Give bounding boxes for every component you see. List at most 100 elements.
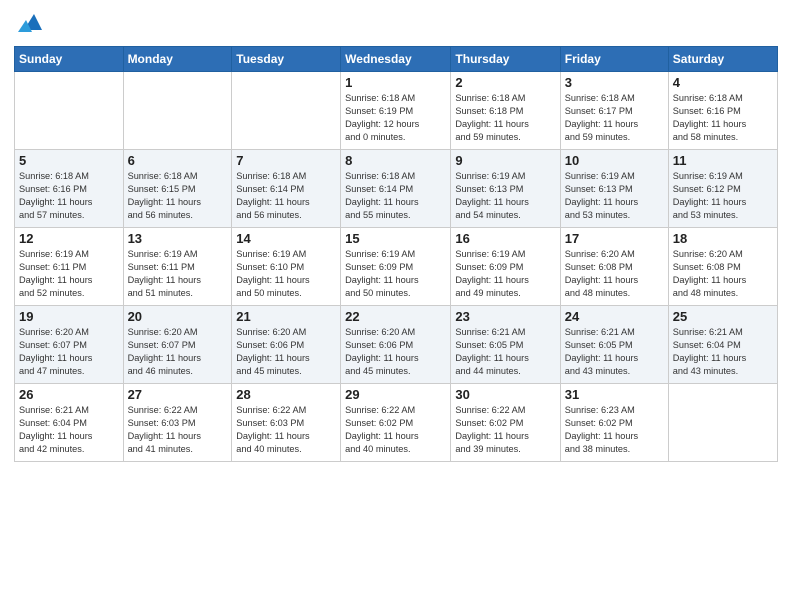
day-number: 18 xyxy=(673,231,773,246)
calendar-cell: 4 Sunrise: 6:18 AMSunset: 6:16 PMDaylight… xyxy=(668,72,777,150)
day-info: Sunrise: 6:22 AMSunset: 6:03 PMDaylight:… xyxy=(128,404,228,456)
day-number: 28 xyxy=(236,387,336,402)
day-info: Sunrise: 6:19 AMSunset: 6:11 PMDaylight:… xyxy=(128,248,228,300)
day-number: 17 xyxy=(565,231,664,246)
calendar-cell: 25 Sunrise: 6:21 AMSunset: 6:04 PMDayligh… xyxy=(668,306,777,384)
column-header-thursday: Thursday xyxy=(451,47,560,72)
day-number: 21 xyxy=(236,309,336,324)
day-number: 8 xyxy=(345,153,446,168)
calendar-week-row: 12 Sunrise: 6:19 AMSunset: 6:11 PMDayligh… xyxy=(15,228,778,306)
calendar-cell: 14 Sunrise: 6:19 AMSunset: 6:10 PMDayligh… xyxy=(232,228,341,306)
calendar-cell xyxy=(123,72,232,150)
calendar-cell: 6 Sunrise: 6:18 AMSunset: 6:15 PMDaylight… xyxy=(123,150,232,228)
column-header-monday: Monday xyxy=(123,47,232,72)
day-info: Sunrise: 6:22 AMSunset: 6:02 PMDaylight:… xyxy=(345,404,446,456)
day-number: 30 xyxy=(455,387,555,402)
calendar-cell: 31 Sunrise: 6:23 AMSunset: 6:02 PMDayligh… xyxy=(560,384,668,462)
column-header-wednesday: Wednesday xyxy=(341,47,451,72)
day-number: 12 xyxy=(19,231,119,246)
day-info: Sunrise: 6:18 AMSunset: 6:17 PMDaylight:… xyxy=(565,92,664,144)
calendar-cell: 20 Sunrise: 6:20 AMSunset: 6:07 PMDayligh… xyxy=(123,306,232,384)
calendar-table: SundayMondayTuesdayWednesdayThursdayFrid… xyxy=(14,46,778,462)
day-info: Sunrise: 6:20 AMSunset: 6:08 PMDaylight:… xyxy=(673,248,773,300)
day-info: Sunrise: 6:18 AMSunset: 6:19 PMDaylight:… xyxy=(345,92,446,144)
day-number: 15 xyxy=(345,231,446,246)
calendar-cell: 10Sunrise: 6:19 AMSunset: 6:13 PMDayligh… xyxy=(560,150,668,228)
day-info: Sunrise: 6:18 AMSunset: 6:14 PMDaylight:… xyxy=(345,170,446,222)
calendar-cell: 19 Sunrise: 6:20 AMSunset: 6:07 PMDayligh… xyxy=(15,306,124,384)
calendar-cell: 22Sunrise: 6:20 AMSunset: 6:06 PMDayligh… xyxy=(341,306,451,384)
calendar-cell: 23 Sunrise: 6:21 AMSunset: 6:05 PMDayligh… xyxy=(451,306,560,384)
day-number: 5 xyxy=(19,153,119,168)
day-info: Sunrise: 6:18 AMSunset: 6:16 PMDaylight:… xyxy=(673,92,773,144)
calendar-cell: 29 Sunrise: 6:22 AMSunset: 6:02 PMDayligh… xyxy=(341,384,451,462)
logo-icon xyxy=(16,10,44,38)
calendar-cell: 12 Sunrise: 6:19 AMSunset: 6:11 PMDayligh… xyxy=(15,228,124,306)
day-number: 22 xyxy=(345,309,446,324)
calendar-cell: 18 Sunrise: 6:20 AMSunset: 6:08 PMDayligh… xyxy=(668,228,777,306)
calendar-week-row: 1 Sunrise: 6:18 AMSunset: 6:19 PMDaylight… xyxy=(15,72,778,150)
column-header-sunday: Sunday xyxy=(15,47,124,72)
calendar-cell: 15 Sunrise: 6:19 AMSunset: 6:09 PMDayligh… xyxy=(341,228,451,306)
day-info: Sunrise: 6:19 AMSunset: 6:09 PMDaylight:… xyxy=(455,248,555,300)
calendar-cell: 21Sunrise: 6:20 AMSunset: 6:06 PMDayligh… xyxy=(232,306,341,384)
column-header-friday: Friday xyxy=(560,47,668,72)
calendar-cell: 28 Sunrise: 6:22 AMSunset: 6:03 PMDayligh… xyxy=(232,384,341,462)
calendar-week-row: 26 Sunrise: 6:21 AMSunset: 6:04 PMDayligh… xyxy=(15,384,778,462)
day-info: Sunrise: 6:18 AMSunset: 6:15 PMDaylight:… xyxy=(128,170,228,222)
day-number: 1 xyxy=(345,75,446,90)
day-number: 20 xyxy=(128,309,228,324)
day-info: Sunrise: 6:22 AMSunset: 6:03 PMDaylight:… xyxy=(236,404,336,456)
calendar-cell: 30Sunrise: 6:22 AMSunset: 6:02 PMDayligh… xyxy=(451,384,560,462)
day-info: Sunrise: 6:21 AMSunset: 6:04 PMDaylight:… xyxy=(673,326,773,378)
calendar-cell: 2 Sunrise: 6:18 AMSunset: 6:18 PMDaylight… xyxy=(451,72,560,150)
day-info: Sunrise: 6:20 AMSunset: 6:08 PMDaylight:… xyxy=(565,248,664,300)
day-info: Sunrise: 6:21 AMSunset: 6:05 PMDaylight:… xyxy=(565,326,664,378)
day-number: 26 xyxy=(19,387,119,402)
day-number: 19 xyxy=(19,309,119,324)
day-number: 14 xyxy=(236,231,336,246)
day-info: Sunrise: 6:19 AMSunset: 6:11 PMDaylight:… xyxy=(19,248,119,300)
day-number: 25 xyxy=(673,309,773,324)
calendar-cell: 5 Sunrise: 6:18 AMSunset: 6:16 PMDaylight… xyxy=(15,150,124,228)
header xyxy=(14,10,778,38)
calendar-week-row: 19 Sunrise: 6:20 AMSunset: 6:07 PMDayligh… xyxy=(15,306,778,384)
day-info: Sunrise: 6:21 AMSunset: 6:05 PMDaylight:… xyxy=(455,326,555,378)
calendar-cell: 7Sunrise: 6:18 AMSunset: 6:14 PMDaylight… xyxy=(232,150,341,228)
calendar-cell xyxy=(232,72,341,150)
calendar-cell: 8 Sunrise: 6:18 AMSunset: 6:14 PMDaylight… xyxy=(341,150,451,228)
calendar-cell: 11Sunrise: 6:19 AMSunset: 6:12 PMDayligh… xyxy=(668,150,777,228)
day-number: 16 xyxy=(455,231,555,246)
day-info: Sunrise: 6:21 AMSunset: 6:04 PMDaylight:… xyxy=(19,404,119,456)
calendar-cell: 26 Sunrise: 6:21 AMSunset: 6:04 PMDayligh… xyxy=(15,384,124,462)
day-number: 31 xyxy=(565,387,664,402)
calendar-cell: 13 Sunrise: 6:19 AMSunset: 6:11 PMDayligh… xyxy=(123,228,232,306)
day-number: 3 xyxy=(565,75,664,90)
calendar-header-row: SundayMondayTuesdayWednesdayThursdayFrid… xyxy=(15,47,778,72)
day-number: 13 xyxy=(128,231,228,246)
calendar-cell: 27 Sunrise: 6:22 AMSunset: 6:03 PMDayligh… xyxy=(123,384,232,462)
day-number: 23 xyxy=(455,309,555,324)
day-number: 27 xyxy=(128,387,228,402)
day-number: 7 xyxy=(236,153,336,168)
calendar-cell: 3 Sunrise: 6:18 AMSunset: 6:17 PMDaylight… xyxy=(560,72,668,150)
day-info: Sunrise: 6:20 AMSunset: 6:07 PMDaylight:… xyxy=(19,326,119,378)
day-info: Sunrise: 6:20 AMSunset: 6:07 PMDaylight:… xyxy=(128,326,228,378)
calendar-cell xyxy=(668,384,777,462)
day-info: Sunrise: 6:19 AMSunset: 6:09 PMDaylight:… xyxy=(345,248,446,300)
page: SundayMondayTuesdayWednesdayThursdayFrid… xyxy=(0,0,792,612)
calendar-week-row: 5 Sunrise: 6:18 AMSunset: 6:16 PMDaylight… xyxy=(15,150,778,228)
day-number: 29 xyxy=(345,387,446,402)
day-info: Sunrise: 6:18 AMSunset: 6:16 PMDaylight:… xyxy=(19,170,119,222)
day-info: Sunrise: 6:19 AMSunset: 6:12 PMDaylight:… xyxy=(673,170,773,222)
day-info: Sunrise: 6:19 AMSunset: 6:10 PMDaylight:… xyxy=(236,248,336,300)
day-number: 2 xyxy=(455,75,555,90)
day-info: Sunrise: 6:19 AMSunset: 6:13 PMDaylight:… xyxy=(455,170,555,222)
logo xyxy=(14,14,44,38)
day-number: 6 xyxy=(128,153,228,168)
calendar-cell xyxy=(15,72,124,150)
day-number: 24 xyxy=(565,309,664,324)
day-info: Sunrise: 6:23 AMSunset: 6:02 PMDaylight:… xyxy=(565,404,664,456)
day-info: Sunrise: 6:18 AMSunset: 6:18 PMDaylight:… xyxy=(455,92,555,144)
day-number: 4 xyxy=(673,75,773,90)
